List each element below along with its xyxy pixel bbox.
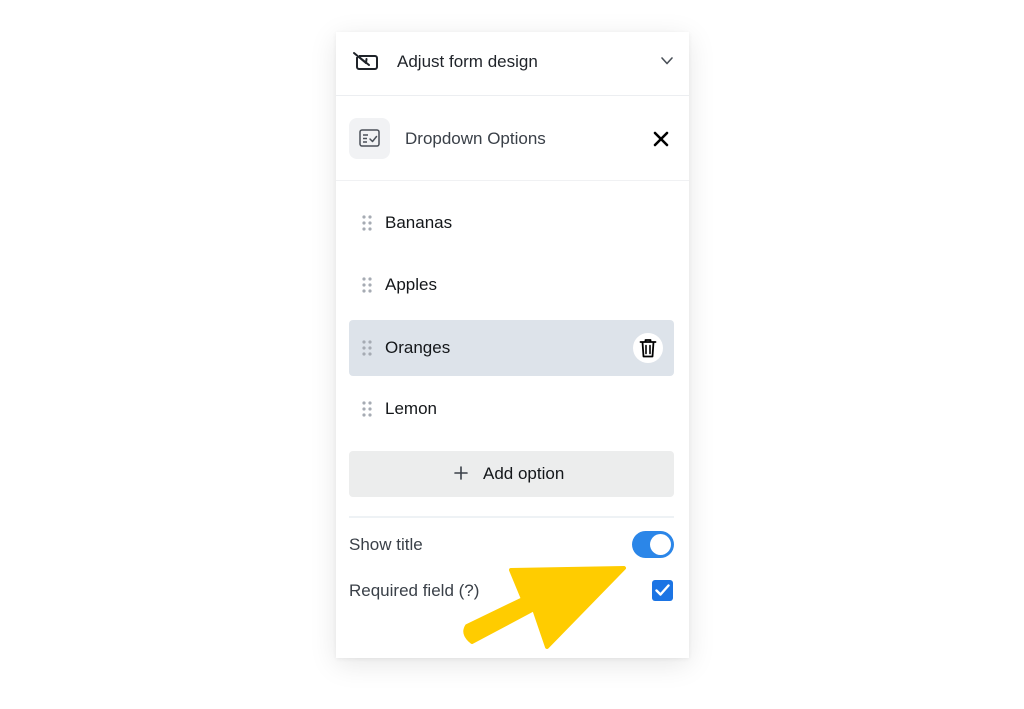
option-row-selected[interactable]: Oranges — [349, 320, 674, 376]
option-label: Oranges — [385, 338, 451, 357]
dropdown-options-header: Dropdown Options — [336, 96, 689, 181]
required-field-checkbox[interactable] — [652, 580, 673, 601]
option-label: Bananas — [385, 213, 453, 232]
option-row[interactable]: Lemon — [349, 381, 674, 437]
panel-title: Adjust form design — [397, 52, 538, 71]
form-design-panel: Adjust form design Dropdown Options Bana… — [336, 32, 689, 658]
panel-header[interactable]: Adjust form design — [336, 32, 689, 96]
toggle-knob — [650, 534, 671, 555]
divider — [349, 516, 674, 518]
show-title-label: Show title — [349, 535, 423, 554]
option-row[interactable]: Apples — [349, 257, 674, 313]
required-field-label[interactable]: Required field (?) — [349, 581, 479, 601]
option-label: Lemon — [385, 399, 437, 418]
checkmark-icon — [655, 584, 670, 596]
close-icon[interactable] — [652, 130, 670, 148]
drag-handle-icon[interactable] — [361, 400, 373, 418]
drag-handle-icon[interactable] — [361, 339, 373, 357]
option-row[interactable]: Bananas — [349, 195, 674, 251]
chevron-down-icon[interactable] — [660, 54, 674, 68]
delete-option-button[interactable] — [633, 333, 663, 363]
drag-handle-icon[interactable] — [361, 276, 373, 294]
trash-icon — [639, 339, 657, 358]
show-title-toggle[interactable] — [632, 531, 674, 558]
section-title: Dropdown Options — [405, 129, 546, 148]
plus-icon — [454, 466, 468, 480]
option-label: Apples — [385, 275, 437, 294]
form-design-icon — [352, 51, 378, 70]
add-option-label: Add option — [483, 464, 565, 483]
add-option-button[interactable]: Add option — [349, 451, 674, 497]
drag-handle-icon[interactable] — [361, 214, 373, 232]
dropdown-list-icon — [349, 118, 390, 159]
